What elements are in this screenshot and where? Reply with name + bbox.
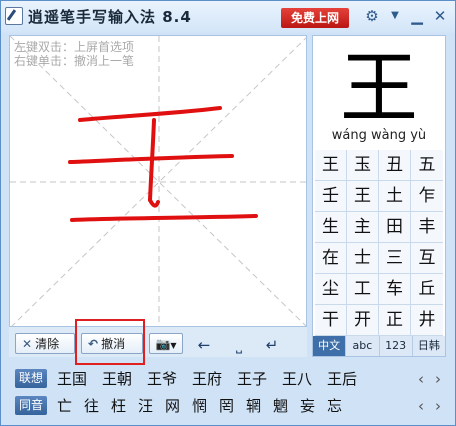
candidate-panel: 王 wáng wàng yù 王玉丑五壬王土乍生主田丰在士三互尘工车丘干开正井 … — [312, 35, 446, 357]
prev-page-icon[interactable]: ‹ — [415, 369, 427, 389]
suggestion-word[interactable]: 汪 — [138, 396, 153, 416]
app-title: 逍遥笔手写输入法 8.4 — [28, 8, 192, 26]
candidate-cell[interactable]: 五 — [411, 150, 443, 181]
backspace-arrow-icon[interactable]: ← — [193, 335, 215, 355]
title-bar[interactable]: 逍遥笔手写输入法 8.4 免费上网 ⚙ ▼ ▁ ✕ — [1, 1, 455, 33]
suggestion-word[interactable]: 王朝 — [102, 369, 132, 389]
enter-icon[interactable]: ↵ — [259, 335, 285, 355]
candidate-cell[interactable]: 车 — [379, 274, 411, 305]
suggestion-word[interactable]: 魍 — [273, 396, 288, 416]
candidate-grid: 王玉丑五壬王土乍生主田丰在士三互尘工车丘干开正井 — [315, 150, 443, 336]
candidate-cell[interactable]: 干 — [315, 305, 347, 336]
pen-icon — [5, 7, 23, 25]
suggestion-word[interactable]: 网 — [165, 396, 180, 416]
stroke-3 — [148, 118, 156, 202]
stroke-4 — [148, 198, 160, 208]
undo-highlight-box — [75, 319, 145, 365]
association-tag: 联想 — [15, 369, 47, 388]
candidate-cell[interactable]: 井 — [411, 305, 443, 336]
mode-tab[interactable]: 中文 — [313, 336, 347, 356]
candidate-cell[interactable]: 互 — [411, 243, 443, 274]
candidate-cell[interactable]: 工 — [347, 274, 379, 305]
candidate-cell[interactable]: 生 — [315, 212, 347, 243]
candidate-cell[interactable]: 王 — [347, 181, 379, 212]
candidate-cell[interactable]: 田 — [379, 212, 411, 243]
stroke-5 — [70, 214, 258, 222]
candidate-cell[interactable]: 在 — [315, 243, 347, 274]
writing-pad[interactable]: 左键双击：上屏首选项 右键单击：撤消上一笔 — [9, 35, 307, 327]
suggestion-word[interactable]: 亡 — [57, 396, 72, 416]
suggestion-word[interactable]: 枉 — [111, 396, 126, 416]
suggestion-word[interactable]: 往 — [84, 396, 99, 416]
candidate-cell[interactable]: 开 — [347, 305, 379, 336]
chevron-down-icon: ▼ — [170, 341, 177, 350]
suggestion-word[interactable]: 王八 — [282, 369, 312, 389]
candidate-cell[interactable]: 乍 — [411, 181, 443, 212]
homophone-row: 同音 亡往枉汪网惘罔辋魍妄忘 ‹ › — [9, 394, 449, 418]
candidate-cell[interactable]: 三 — [379, 243, 411, 274]
space-icon[interactable]: ⎵ — [227, 335, 251, 355]
suggestion-word[interactable]: 王府 — [192, 369, 222, 389]
candidate-cell[interactable]: 正 — [379, 305, 411, 336]
suggestion-word[interactable]: 罔 — [219, 396, 234, 416]
free-internet-button[interactable]: 免费上网 — [281, 8, 349, 28]
candidate-cell[interactable]: 土 — [379, 181, 411, 212]
handwriting-input-window: 逍遥笔手写输入法 8.4 免费上网 ⚙ ▼ ▁ ✕ 左键双击：上屏首选项 右键单… — [0, 0, 456, 426]
suggestion-word[interactable]: 王国 — [57, 369, 87, 389]
suggestion-word[interactable]: 忘 — [327, 396, 342, 416]
suggestion-word[interactable]: 王后 — [327, 369, 357, 389]
handwriting-canvas — [10, 36, 306, 326]
suggestion-word[interactable]: 王爷 — [147, 369, 177, 389]
candidate-cell[interactable]: 玉 — [347, 150, 379, 181]
candidate-cell[interactable]: 丘 — [411, 274, 443, 305]
candidate-cell[interactable]: 王 — [315, 150, 347, 181]
prev-page-icon[interactable]: ‹ — [415, 396, 427, 416]
pinyin-reading: wáng wàng yù — [331, 128, 427, 143]
mode-tab[interactable]: abc — [346, 336, 380, 356]
next-page-icon[interactable]: › — [432, 396, 444, 416]
candidate-cell[interactable]: 尘 — [315, 274, 347, 305]
primary-candidate[interactable]: 王 — [313, 44, 445, 134]
close-icon: ✕ — [22, 337, 33, 351]
suggestion-word[interactable]: 妄 — [300, 396, 315, 416]
candidate-cell[interactable]: 主 — [347, 212, 379, 243]
camera-icon: 📷 — [155, 337, 171, 351]
candidate-cell[interactable]: 士 — [347, 243, 379, 274]
chevron-down-icon[interactable]: ▼ — [386, 6, 404, 26]
candidate-cell[interactable]: 丰 — [411, 212, 443, 243]
suggestion-word[interactable]: 王子 — [237, 369, 267, 389]
close-icon[interactable]: ✕ — [431, 6, 449, 26]
gear-icon[interactable]: ⚙ — [363, 6, 381, 26]
mode-tabs: 中文 abc 123 日韩 — [313, 336, 445, 356]
association-row: 联想 王国 王朝 王爷 王府 王子 王八 王后 ‹ › — [9, 367, 449, 391]
camera-button[interactable]: 📷▼ — [149, 333, 183, 354]
mode-tab[interactable]: 日韩 — [412, 336, 445, 356]
mode-tab[interactable]: 123 — [379, 336, 413, 356]
suggestion-word[interactable]: 辋 — [246, 396, 261, 416]
candidate-cell[interactable]: 壬 — [315, 181, 347, 212]
clear-button[interactable]: ✕ 清除 — [15, 333, 75, 354]
suggestion-word[interactable]: 惘 — [192, 396, 207, 416]
homophone-tag: 同音 — [15, 396, 47, 415]
next-page-icon[interactable]: › — [432, 369, 444, 389]
stroke-1 — [78, 106, 222, 122]
candidate-cell[interactable]: 丑 — [379, 150, 411, 181]
minimize-icon[interactable]: ▁ — [408, 6, 426, 26]
